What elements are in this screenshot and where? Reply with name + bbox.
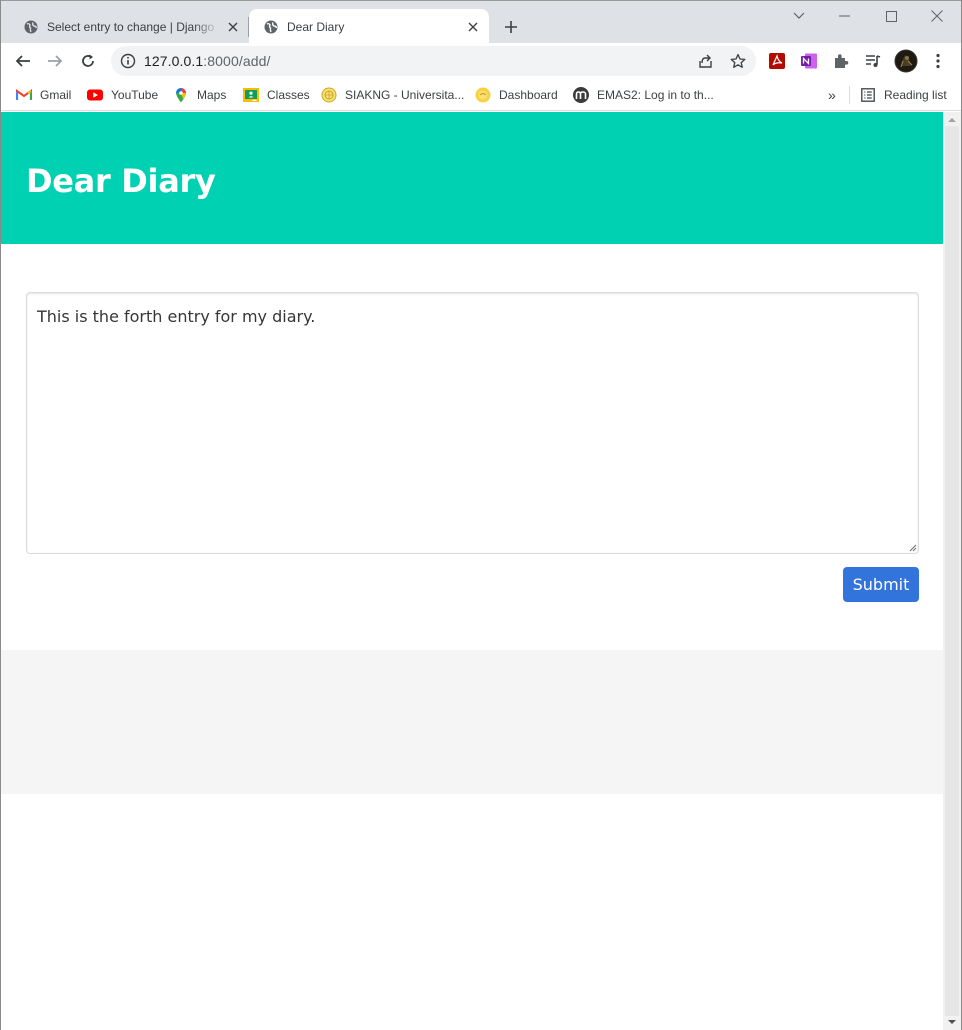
hero-header: Dear Diary — [1, 112, 943, 244]
reading-list-icon — [860, 87, 876, 103]
bookmark-label: Gmail — [40, 88, 72, 102]
resize-grip-icon[interactable] — [908, 543, 917, 552]
globe-icon — [264, 20, 278, 33]
classroom-icon — [243, 87, 259, 103]
scrollbar-thumb[interactable] — [945, 126, 959, 1016]
bookmarks-divider — [849, 86, 850, 104]
tab-strip: Select entry to change | Django site adm… — [1, 0, 961, 44]
close-tab-icon[interactable] — [465, 19, 481, 35]
bookmark-maps[interactable]: Maps — [173, 85, 226, 105]
url-path: :8000/add/ — [203, 53, 271, 69]
profile-avatar[interactable] — [894, 49, 918, 73]
bookmark-label: EMAS2: Log in to th... — [597, 88, 714, 102]
forward-button[interactable] — [43, 49, 67, 73]
bookmark-label: Maps — [197, 88, 227, 102]
media-control-icon[interactable] — [864, 52, 882, 70]
chrome-menu-icon[interactable] — [929, 52, 947, 70]
tab-django-admin[interactable]: Select entry to change | Django site adm… — [9, 9, 249, 44]
page-viewport: Dear Diary This is the forth entry for m… — [1, 112, 943, 1030]
bookmark-youtube[interactable]: YouTube — [87, 85, 158, 105]
scroll-down-icon[interactable] — [948, 1018, 956, 1026]
bookmark-dashboard[interactable]: Dashboard — [475, 85, 558, 105]
page-scrollbar[interactable] — [943, 112, 961, 1030]
bookmark-gmail[interactable]: Gmail — [16, 85, 71, 105]
bookmark-siakng[interactable]: SIAKNG - Universita... — [321, 85, 464, 105]
browser-toolbar: 127.0.0.1:8000/add/ — [1, 43, 961, 79]
close-window-button[interactable] — [925, 5, 949, 27]
reading-list-label: Reading list — [884, 88, 947, 102]
close-tab-icon[interactable] — [225, 19, 241, 35]
tab-title: Dear Diary — [287, 19, 345, 34]
new-tab-button[interactable] — [499, 15, 523, 39]
maximize-button[interactable] — [879, 5, 903, 27]
extensions-puzzle-icon[interactable] — [832, 52, 850, 70]
onenote-extension-icon[interactable] — [800, 52, 818, 70]
bookmarks-overflow-button[interactable]: » — [828, 85, 836, 105]
submit-button[interactable]: Submit — [843, 567, 919, 602]
tab-dear-diary[interactable]: Dear Diary — [249, 9, 489, 44]
bookmark-label: SIAKNG - Universita... — [345, 88, 465, 102]
bookmark-emas2[interactable]: EMAS2: Log in to th... — [573, 85, 714, 105]
tab-search-icon[interactable] — [787, 5, 811, 27]
back-button[interactable] — [11, 49, 35, 73]
diary-entry-textarea[interactable]: This is the forth entry for my diary. — [26, 292, 919, 554]
maps-icon — [173, 87, 189, 103]
bookmark-star-icon[interactable] — [730, 53, 746, 69]
bookmarks-bar: Gmail YouTube Maps Classes SIAKNG - Univ… — [1, 79, 961, 111]
address-bar[interactable]: 127.0.0.1:8000/add/ — [111, 46, 756, 76]
tab-title: Select entry to change | Django site adm… — [47, 19, 219, 34]
share-icon[interactable] — [698, 53, 714, 69]
page-title: Dear Diary — [26, 162, 216, 200]
url-host: 127.0.0.1 — [144, 53, 204, 69]
minimize-button[interactable] — [833, 5, 857, 27]
gmail-icon — [16, 87, 32, 103]
url-text: 127.0.0.1:8000/add/ — [144, 53, 270, 69]
siakng-icon — [321, 87, 337, 103]
scroll-up-icon[interactable] — [948, 116, 956, 124]
bookmark-label: Classes — [267, 88, 310, 102]
site-info-icon[interactable] — [120, 53, 136, 69]
globe-icon — [24, 20, 38, 33]
bookmark-label: Dashboard — [499, 88, 558, 102]
moodle-icon — [573, 87, 589, 103]
reading-list-button[interactable]: Reading list — [860, 85, 947, 105]
reload-button[interactable] — [76, 49, 100, 73]
dashboard-icon — [475, 87, 491, 103]
bookmark-label: YouTube — [111, 88, 159, 102]
bookmark-classes[interactable]: Classes — [243, 85, 310, 105]
youtube-icon — [87, 87, 103, 103]
acrobat-extension-icon[interactable] — [768, 52, 786, 70]
overflow-chevron-icon: » — [828, 87, 836, 103]
page-footer — [1, 650, 943, 794]
